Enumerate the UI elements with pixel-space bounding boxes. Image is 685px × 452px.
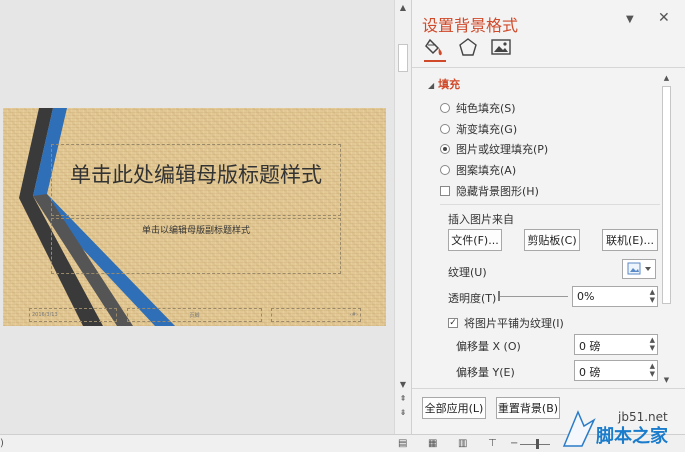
slide-sorter-icon[interactable]: ▦ (428, 438, 437, 449)
decorative-stripes (19, 108, 175, 326)
slideshow-icon[interactable]: ⊤ (488, 438, 497, 449)
transparency-label: 透明度(T) (448, 292, 497, 305)
pane-title: 设置背景格式 (422, 16, 519, 35)
slide-number-placeholder[interactable]: ‹#› (271, 308, 361, 322)
radio-gradient-fill[interactable]: 渐变填充(G) (440, 121, 517, 137)
slide-title[interactable]: 单击此处编辑母版标题样式 (51, 164, 341, 187)
apply-to-all-button[interactable]: 全部应用(L) (422, 397, 486, 419)
radio-pattern-fill[interactable]: 图案填充(A) (440, 162, 516, 178)
transparency-value[interactable]: 0% (577, 290, 594, 303)
watermark-logo-icon (562, 408, 596, 451)
file-button[interactable]: 文件(F)... (448, 229, 502, 251)
offset-x-value[interactable]: 0 磅 (579, 340, 601, 353)
slide-vertical-scrollbar[interactable]: ▲ ▼ ⇞ ⇟ (394, 0, 411, 434)
pentagon-icon[interactable] (457, 36, 479, 58)
slide-editing-area: 单击此处编辑母版标题样式 单击以编辑母版副标题样式 2016/3/13 页脚 ‹… (0, 0, 394, 434)
scrollbar-thumb[interactable] (662, 86, 671, 304)
scroll-up-icon[interactable]: ▲ (395, 3, 411, 12)
footer-date-placeholder[interactable]: 2016/3/13 (29, 308, 117, 322)
notes-icon[interactable]: ▤ (398, 438, 407, 449)
next-slide-icon[interactable]: ⇟ (395, 408, 411, 417)
transparency-spinner[interactable]: 0% ▲ ▼ (572, 286, 658, 307)
radio-button[interactable] (440, 165, 450, 175)
footer-placeholder[interactable]: 页脚 (127, 308, 262, 322)
transparency-slider-knob[interactable] (498, 291, 500, 301)
fill-section-header[interactable]: ◢ 填充 (428, 76, 460, 92)
radio-button[interactable] (440, 103, 450, 113)
checkbox-checked[interactable]: ✓ (448, 318, 458, 328)
clipboard-button[interactable]: 剪贴板(C) (524, 229, 580, 251)
online-button[interactable]: 联机(E)... (602, 229, 658, 251)
checkbox[interactable] (440, 186, 450, 196)
zoom-out-icon[interactable]: − (510, 438, 518, 449)
scroll-down-icon[interactable]: ▼ (395, 380, 411, 389)
spinner-arrows-icon[interactable]: ▲ ▼ (650, 362, 655, 378)
watermark-text: 脚本之家 (596, 426, 668, 447)
collapse-triangle-icon[interactable]: ◢ (428, 81, 434, 90)
radio-label: 图案填充(A) (456, 164, 517, 177)
radio-label: 纯色填充(S) (456, 102, 516, 115)
format-background-pane: 设置背景格式 ▼ ✕ ◢ 填充 纯色填充(S) 渐变填充(G) 图片或纹理填充(… (411, 0, 685, 434)
radio-label: 图片或纹理填充(P) (456, 143, 549, 156)
scroll-up-icon[interactable]: ▲ (660, 74, 673, 82)
reset-background-button[interactable]: 重置背景(B) (496, 397, 560, 419)
reading-view-icon[interactable]: ▥ (458, 438, 467, 449)
zoom-slider-knob[interactable] (536, 439, 539, 449)
offset-x-spinner[interactable]: 0 磅 ▲ ▼ (574, 334, 658, 355)
pane-vertical-scrollbar[interactable]: ▲ ▼ (660, 72, 673, 388)
scrollbar-thumb[interactable] (398, 44, 408, 72)
tile-picture-checkbox[interactable]: ✓ 将图片平铺为纹理(I) (448, 315, 564, 331)
previous-slide-icon[interactable]: ⇞ (395, 394, 411, 403)
pane-options-chevron-icon[interactable]: ▼ (626, 14, 634, 25)
texture-label: 纹理(U) (448, 266, 487, 279)
radio-solid-fill[interactable]: 纯色填充(S) (440, 100, 516, 116)
radio-button-selected[interactable] (440, 144, 450, 154)
checkbox-label: 隐藏背景图形(H) (456, 185, 539, 198)
offset-y-spinner[interactable]: 0 磅 ▲ ▼ (574, 360, 658, 381)
offset-y-label: 偏移量 Y(E) (456, 366, 515, 379)
spinner-arrows-icon[interactable]: ▲ ▼ (650, 336, 655, 352)
close-icon[interactable]: ✕ (658, 10, 670, 26)
section-separator (440, 204, 660, 205)
transparency-slider-track[interactable] (498, 296, 568, 297)
texture-thumbnail-icon (627, 262, 651, 275)
pane-divider (412, 67, 685, 68)
picture-icon[interactable] (490, 36, 512, 58)
active-tab-indicator (424, 60, 446, 62)
fill-section-label: 填充 (438, 78, 461, 91)
checkbox-label: 将图片平铺为纹理(I) (464, 317, 564, 330)
radio-picture-texture-fill[interactable]: 图片或纹理填充(P) (440, 141, 548, 157)
offset-x-label: 偏移量 X (O) (456, 340, 521, 353)
scroll-down-icon[interactable]: ▼ (660, 376, 673, 384)
offset-y-value[interactable]: 0 磅 (579, 366, 601, 379)
status-left-fragment: ) (0, 438, 4, 449)
slide-master-preview[interactable]: 单击此处编辑母版标题样式 单击以编辑母版副标题样式 2016/3/13 页脚 ‹… (3, 108, 386, 326)
slide-subtitle[interactable]: 单击以编辑母版副标题样式 (51, 223, 341, 236)
zoom-slider-track[interactable] (520, 444, 550, 445)
hide-background-graphics-checkbox[interactable]: 隐藏背景图形(H) (440, 183, 539, 199)
fill-icon[interactable] (424, 36, 446, 58)
texture-picker-button[interactable] (622, 259, 656, 279)
radio-label: 渐变填充(G) (456, 123, 518, 136)
radio-button[interactable] (440, 124, 450, 134)
insert-picture-from-label: 插入图片来自 (448, 213, 514, 226)
spinner-arrows-icon[interactable]: ▲ ▼ (650, 288, 655, 304)
